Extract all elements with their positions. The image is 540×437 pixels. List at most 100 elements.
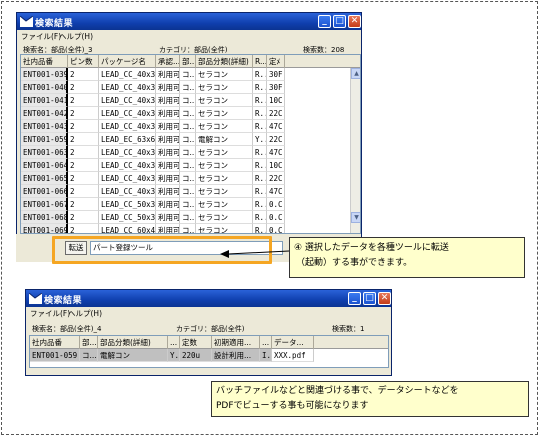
table-cell: 利用可	[156, 146, 180, 159]
callout2-line-1: バッチファイルなどと関連づける事で、データシートなどを	[216, 386, 459, 396]
grid-header: 社内品番 ピン数 パッケージ名 承認... 部... 部品分類(詳細) R... 定ﾒ	[21, 55, 360, 68]
table-cell: 2	[68, 224, 99, 233]
search-name: 検索名：部品(全件)_4	[32, 325, 102, 333]
table-row[interactable]: ENT001-059コ...電解コンY...220u設計利用...I...XXX…	[30, 349, 314, 362]
table-cell: 利用可	[156, 198, 180, 211]
title-bar[interactable]: 検索結果 _ □ ✕	[17, 13, 361, 30]
column-header[interactable]: ...	[168, 336, 180, 349]
column-header[interactable]: ...	[260, 336, 272, 349]
column-header[interactable]: 社内品番	[30, 336, 80, 349]
table-cell: 利用可	[156, 159, 180, 172]
table-cell: 2	[68, 146, 99, 159]
menu-help[interactable]: ヘルプ(H)	[68, 308, 102, 319]
window-title: 検索結果	[44, 296, 83, 306]
callout-arrow	[220, 250, 290, 258]
column-header[interactable]: 部...	[180, 55, 196, 68]
table-cell: 47C	[267, 185, 285, 198]
scroll-down-arrow[interactable]: ▼	[351, 212, 360, 223]
table-cell: 30F	[267, 68, 285, 81]
window-title: 検索結果	[35, 19, 74, 29]
app-icon	[20, 16, 33, 27]
maximize-button[interactable]: □	[363, 292, 376, 305]
table-cell: 220u	[180, 349, 212, 362]
table-row[interactable]: ENT001-0392LEAD_CC_40x35利用可コ...セラコンR...3…	[21, 68, 351, 81]
table-row[interactable]: ENT001-0412LEAD_CC_40x35利用可コ...セラコンR...1…	[21, 94, 351, 107]
table-cell: LEAD_CC_40x35	[99, 81, 156, 94]
column-header[interactable]: 初期適用...	[212, 336, 260, 349]
table-row[interactable]: ENT001-0662LEAD_CC_40x35利用可コ...セラコンR...4…	[21, 185, 351, 198]
search-results-window-1: 検索結果 _ □ ✕ ファイル(F) ヘルプ(H) 検索名：部品(全件)_3 カ…	[16, 12, 362, 242]
column-header[interactable]: パッケージ名	[99, 55, 156, 68]
table-row[interactable]: ENT001-0672LEAD_CC_50x35利用可コ...セラコンR...0…	[21, 198, 351, 211]
table-cell: Y...	[168, 349, 180, 362]
minimize-button[interactable]: _	[348, 292, 361, 305]
table-cell: R...	[253, 172, 267, 185]
minimize-button[interactable]: _	[318, 15, 331, 28]
table-cell: 2	[68, 185, 99, 198]
table-cell: LEAD_CC_50x35	[99, 211, 156, 224]
table-row[interactable]: ENT001-0632LEAD_CC_40x35利用可コ...セラコンR...4…	[21, 146, 351, 159]
menu-file[interactable]: ファイル(F)	[21, 31, 61, 42]
table-cell: R...	[253, 146, 267, 159]
menu-file[interactable]: ファイル(F)	[30, 308, 70, 319]
table-cell: R...	[253, 224, 267, 233]
table-cell: 電解コン	[196, 133, 253, 146]
table-cell: ENT001-064	[21, 159, 68, 172]
maximize-button[interactable]: □	[333, 15, 346, 28]
table-cell: 利用可	[156, 133, 180, 146]
column-header[interactable]: 部品分類(詳細)	[196, 55, 253, 68]
table-cell: LEAD_CC_40x35	[99, 107, 156, 120]
column-header[interactable]: 定数	[180, 336, 212, 349]
table-cell: ENT001-068	[21, 211, 68, 224]
table-cell: R...	[253, 159, 267, 172]
table-cell: 22C	[267, 172, 285, 185]
menu-help[interactable]: ヘルプ(H)	[59, 31, 93, 42]
table-cell: ENT001-067	[21, 198, 68, 211]
table-cell: R...	[253, 211, 267, 224]
table-cell: R...	[253, 120, 267, 133]
table-cell: R...	[253, 68, 267, 81]
table-cell: XXX.pdf	[272, 349, 314, 362]
column-header[interactable]: データ...	[272, 336, 314, 349]
table-row[interactable]: ENT001-0682LEAD_CC_50x35利用可コ...セラコンR...0…	[21, 211, 351, 224]
table-row[interactable]: ENT001-0422LEAD_CC_40x35利用可コ...セラコンR...2…	[21, 107, 351, 120]
table-row[interactable]: ENT001-0592LEAD_EC_63x63利用可コ...電解コンY...2…	[21, 133, 351, 146]
table-cell: セラコン	[196, 185, 253, 198]
table-cell: LEAD_CC_40x35	[99, 120, 156, 133]
vertical-scrollbar[interactable]: ▲ ▼	[350, 68, 360, 233]
title-bar[interactable]: 検索結果 _ □ ✕	[26, 290, 391, 307]
table-cell: セラコン	[196, 224, 253, 233]
table-cell: コ...	[180, 172, 196, 185]
table-row[interactable]: ENT001-0692LEAD_CC_60x40利用可コ...セラコンR...0…	[21, 224, 351, 233]
table-cell: コ...	[180, 185, 196, 198]
close-button[interactable]: ✕	[348, 15, 361, 28]
column-header[interactable]: 部品分類(詳細)	[98, 336, 168, 349]
table-cell: セラコン	[196, 81, 253, 94]
table-cell: 利用可	[156, 211, 180, 224]
table-cell: セラコン	[196, 120, 253, 133]
table-row[interactable]: ENT001-0652LEAD_CC_40x35利用可コ...セラコンR...2…	[21, 172, 351, 185]
table-cell: ENT001-059	[21, 133, 68, 146]
table-cell: セラコン	[196, 68, 253, 81]
table-cell: ENT001-042	[21, 107, 68, 120]
close-button[interactable]: ✕	[378, 292, 391, 305]
results-grid[interactable]: 社内品番 部... 部品分類(詳細)... 定数 初期適用...... データ... EN…	[29, 335, 389, 368]
column-header[interactable]: 承認...	[156, 55, 180, 68]
table-row[interactable]: ENT001-0432LEAD_CC_40x35利用可コ...セラコンR...4…	[21, 120, 351, 133]
menu-bar: ファイル(F) ヘルプ(H)	[17, 30, 361, 42]
table-cell: 2	[68, 172, 99, 185]
table-cell: セラコン	[196, 198, 253, 211]
table-row[interactable]: ENT001-0642LEAD_CC_40x35利用可コ...セラコンR...1…	[21, 159, 351, 172]
column-header[interactable]: 定ﾒ	[267, 55, 285, 68]
table-cell: LEAD_CC_40x35	[99, 94, 156, 107]
scroll-up-arrow[interactable]: ▲	[351, 68, 360, 79]
table-row[interactable]: ENT001-0402LEAD_CC_40x35利用可コ...セラコンR...3…	[21, 81, 351, 94]
table-cell: 10C	[267, 94, 285, 107]
column-header[interactable]: ピン数	[68, 55, 99, 68]
table-cell: ENT001-043	[21, 120, 68, 133]
column-header[interactable]: R...	[253, 55, 267, 68]
results-grid[interactable]: 社内品番 ピン数 パッケージ名 承認... 部... 部品分類(詳細) R... 定ﾒ ▲ ▼…	[20, 54, 361, 234]
table-cell: LEAD_EC_63x63	[99, 133, 156, 146]
column-header[interactable]: 社内品番	[21, 55, 68, 68]
column-header[interactable]: 部...	[80, 336, 98, 349]
